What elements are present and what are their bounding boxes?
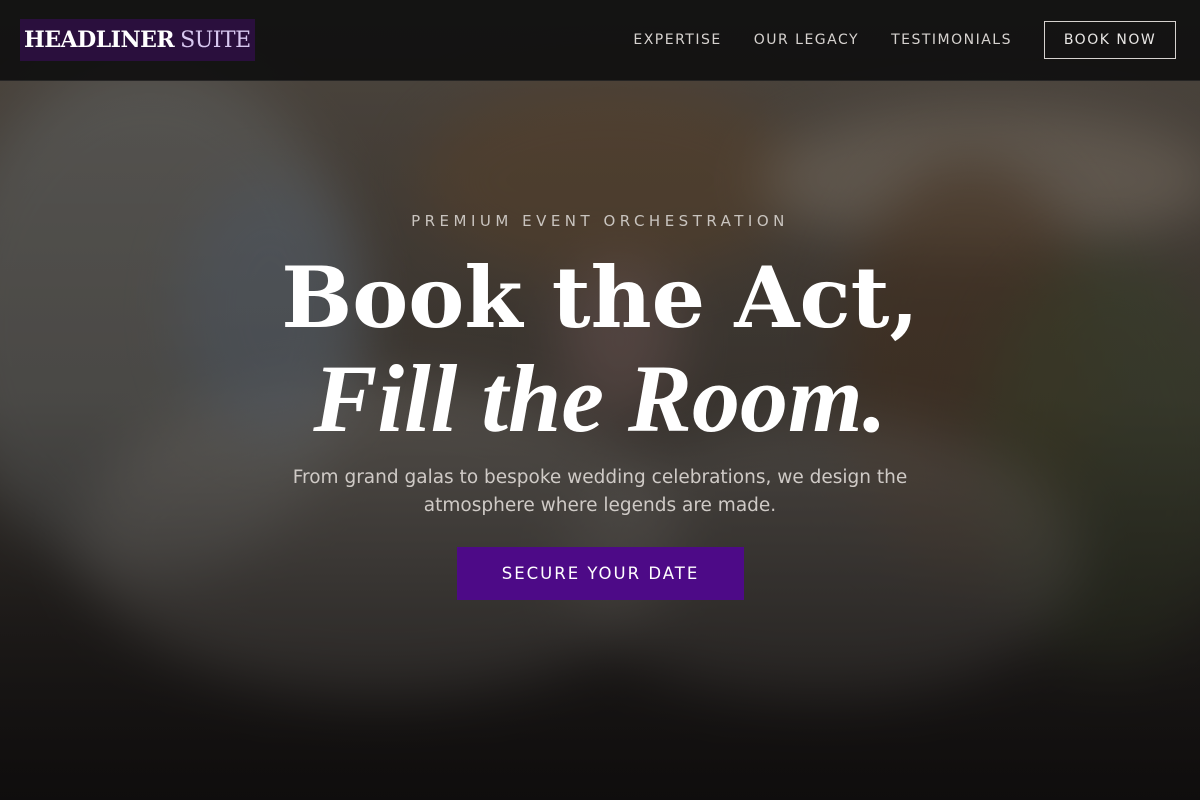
secure-your-date-button[interactable]: SECURE YOUR DATE	[457, 547, 744, 600]
nav-link-our-legacy[interactable]: OUR LEGACY	[754, 32, 859, 48]
brand-name-secondary: SUITE	[180, 27, 251, 53]
hero-headline-line1: Book the Act,	[281, 248, 919, 347]
top-navbar: HEADLINER SUITE EXPERTISE OUR LEGACY TES…	[0, 0, 1200, 81]
nav-link-expertise[interactable]: EXPERTISE	[633, 32, 721, 48]
hero-headline-line2: Fill the Room.	[313, 345, 887, 452]
brand-name-primary: HEADLINER	[24, 27, 175, 53]
main-nav: EXPERTISE OUR LEGACY TESTIMONIALS BOOK N…	[633, 21, 1176, 59]
hero-subtitle: From grand galas to bespoke wedding cele…	[292, 467, 908, 516]
hero-eyebrow: PREMIUM EVENT ORCHESTRATION	[411, 212, 789, 230]
nav-link-testimonials[interactable]: TESTIMONIALS	[891, 32, 1012, 48]
book-now-button[interactable]: BOOK NOW	[1044, 21, 1176, 59]
brand-logo[interactable]: HEADLINER SUITE	[20, 19, 255, 61]
